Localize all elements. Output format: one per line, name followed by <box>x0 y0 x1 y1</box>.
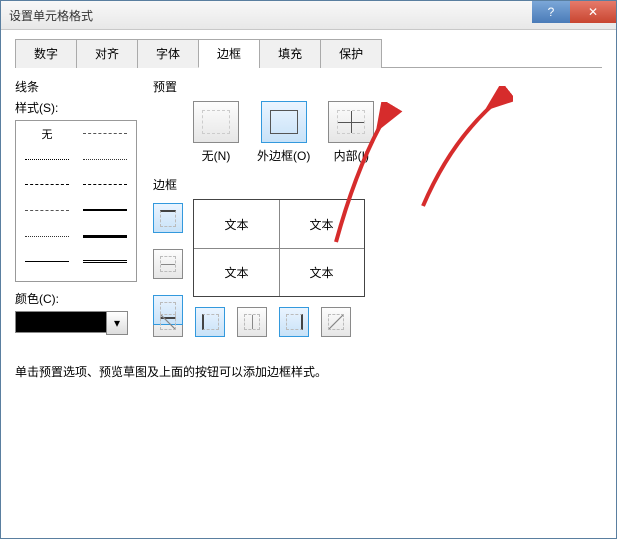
help-button[interactable]: ? <box>532 1 570 23</box>
preset-button[interactable] <box>261 101 307 143</box>
preset-row: 无(N) 外边框(O) 内部(I) <box>193 101 602 164</box>
border-icon <box>286 314 303 330</box>
line-style-item[interactable] <box>20 202 74 219</box>
line-style-none[interactable]: 无 <box>20 125 74 142</box>
line-style-item[interactable] <box>20 253 74 270</box>
border-icon <box>160 314 176 330</box>
window-buttons: ? ✕ <box>532 1 616 23</box>
line-section-label: 线条 <box>15 78 137 95</box>
color-picker[interactable]: ▾ <box>15 311 137 335</box>
border-panel: 线条 样式(S): 无 颜色(C): <box>15 78 602 337</box>
border-icon <box>328 314 344 330</box>
tab-5[interactable]: 保护 <box>320 39 382 68</box>
preset-border-column: 预置 无(N) 外边框(O) 内部(I) 边框 文本 文本 文本 文本 <box>153 78 602 337</box>
tab-1[interactable]: 对齐 <box>76 39 138 68</box>
line-column: 线条 样式(S): 无 颜色(C): <box>15 78 137 337</box>
preset-label: 预置 <box>153 78 602 95</box>
color-dropdown-button[interactable]: ▾ <box>106 311 128 335</box>
tab-2[interactable]: 字体 <box>137 39 199 68</box>
tab-3[interactable]: 边框 <box>198 39 260 68</box>
preset-button[interactable] <box>193 101 239 143</box>
border-icon <box>202 314 219 330</box>
line-style-item[interactable] <box>78 125 132 142</box>
line-style-item[interactable] <box>20 228 74 245</box>
line-style-item[interactable] <box>78 176 132 193</box>
window-title: 设置单元格格式 <box>9 7 93 24</box>
line-style-item[interactable] <box>78 202 132 219</box>
preset-2: 内部(I) <box>328 101 374 164</box>
preset-button[interactable] <box>328 101 374 143</box>
line-style-item[interactable] <box>78 151 132 168</box>
border-button-sq-diag2[interactable] <box>321 307 351 337</box>
border-editor: 文本 文本 文本 文本 <box>153 199 602 337</box>
preset-label: 无(N) <box>202 147 231 164</box>
close-button[interactable]: ✕ <box>570 1 616 23</box>
line-style-item[interactable] <box>78 253 132 270</box>
preset-0: 无(N) <box>193 101 239 164</box>
color-swatch[interactable] <box>15 311 107 333</box>
border-button-sq-right[interactable] <box>279 307 309 337</box>
chevron-down-icon: ▾ <box>114 316 120 330</box>
preset-1: 外边框(O) <box>257 101 310 164</box>
line-style-item[interactable] <box>20 176 74 193</box>
color-label: 颜色(C): <box>15 290 137 307</box>
border-button-sq-vmid[interactable] <box>237 307 267 337</box>
side-border-buttons <box>153 203 183 325</box>
border-label: 边框 <box>153 176 602 193</box>
dialog-window: 设置单元格格式 ? ✕ 数字对齐字体边框填充保护 线条 样式(S): 无 <box>0 0 617 539</box>
tab-0[interactable]: 数字 <box>15 39 77 68</box>
border-icon <box>160 256 176 272</box>
border-icon <box>160 210 176 227</box>
border-preview[interactable]: 文本 文本 文本 文本 <box>193 199 365 297</box>
line-style-list[interactable]: 无 <box>15 120 137 282</box>
preset-label: 内部(I) <box>334 147 369 164</box>
preview-cell: 文本 <box>194 248 279 296</box>
tab-4[interactable]: 填充 <box>259 39 321 68</box>
border-button-sq-top[interactable] <box>153 203 183 233</box>
style-label: 样式(S): <box>15 99 137 116</box>
bottom-border-buttons <box>153 307 602 337</box>
preview-cell: 文本 <box>194 200 279 248</box>
border-icon <box>244 314 260 330</box>
line-style-item[interactable] <box>78 228 132 245</box>
border-button-sq-mid[interactable] <box>153 249 183 279</box>
border-button-sq-left[interactable] <box>195 307 225 337</box>
titlebar: 设置单元格格式 ? ✕ <box>1 1 616 30</box>
preview-cell: 文本 <box>279 248 364 296</box>
preview-cell: 文本 <box>279 200 364 248</box>
preset-label: 外边框(O) <box>257 147 310 164</box>
hint-text: 单击预置选项、预览草图及上面的按钮可以添加边框样式。 <box>15 363 602 380</box>
tab-strip: 数字对齐字体边框填充保护 <box>15 38 602 68</box>
line-style-item[interactable] <box>20 151 74 168</box>
content-area: 数字对齐字体边框填充保护 线条 样式(S): 无 <box>1 30 616 388</box>
